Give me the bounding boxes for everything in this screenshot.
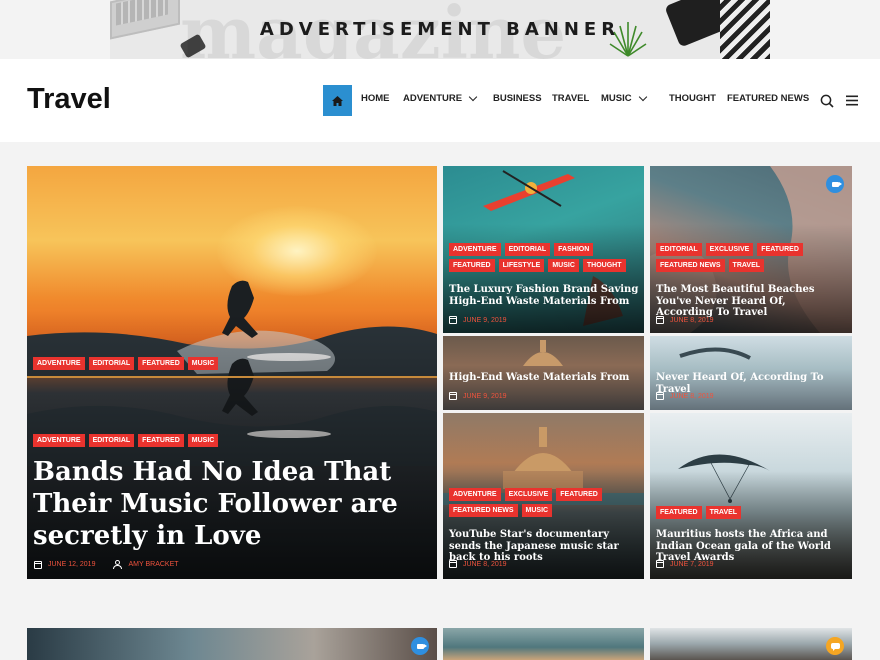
article-card-overlap-left[interactable]: High-End Waste Materials From JUNE 9, 20… — [443, 336, 644, 410]
tag[interactable]: ADVENTURE — [33, 357, 85, 370]
nav-music[interactable]: MUSIC — [601, 92, 647, 104]
video-icon — [831, 181, 842, 187]
card-title[interactable]: The Luxury Fashion Brand Saving High-End… — [449, 284, 639, 307]
hero-article-card[interactable]: ADVENTURE EDITORIAL FEATURED MUSIC ADVEN… — [27, 166, 437, 579]
nav-business[interactable]: BUSINESS — [493, 93, 542, 104]
hero-tags-top: ADVENTURE EDITORIAL FEATURED MUSIC — [33, 357, 219, 370]
post-date[interactable]: JUNE 8, 2019 — [463, 561, 507, 568]
home-button[interactable] — [323, 85, 352, 116]
tag[interactable]: FEATURED NEWS — [449, 504, 518, 517]
post-author[interactable]: AMY BRACKET — [128, 561, 178, 568]
nav-thought[interactable]: THOUGHT — [669, 93, 716, 104]
tag[interactable]: ADVENTURE — [33, 434, 85, 447]
tag[interactable]: EDITORIAL — [656, 243, 702, 256]
card-meta: JUNE 8, 2019 — [656, 392, 714, 400]
tag[interactable]: FEATURED — [556, 488, 602, 501]
tag[interactable]: TRAVEL — [728, 259, 765, 272]
site-header: Travel HOME ADVENTURE BUSINESS TRAVEL MU… — [0, 59, 880, 142]
chat-badge[interactable] — [826, 637, 844, 655]
tag[interactable]: THOUGHT — [582, 259, 626, 272]
article-card-bottom-left[interactable] — [27, 628, 437, 660]
tag[interactable]: MUSIC — [187, 434, 219, 447]
card-meta: JUNE 9, 2019 — [449, 392, 507, 400]
card-title[interactable]: YouTube Star's documentary sends the Jap… — [449, 529, 641, 564]
nav-adventure[interactable]: ADVENTURE — [403, 92, 478, 104]
chevron-down-icon — [638, 92, 647, 102]
card-meta: JUNE 7, 2019 — [656, 560, 714, 568]
tag[interactable]: FASHION — [554, 243, 594, 256]
tag[interactable]: EDITORIAL — [504, 243, 551, 256]
home-icon — [332, 95, 343, 106]
hero-title[interactable]: Bands Had No Idea That Their Music Follo… — [33, 456, 433, 552]
tag[interactable]: TRAVEL — [705, 506, 742, 519]
tag[interactable]: FEATURED — [138, 434, 184, 447]
tag[interactable]: EXCLUSIVE — [705, 243, 754, 256]
post-date[interactable]: JUNE 8, 2019 — [670, 317, 714, 324]
tag[interactable]: ADVENTURE — [449, 243, 501, 256]
article-card-bottom-right[interactable] — [650, 628, 852, 660]
calendar-icon — [656, 392, 664, 400]
hero-meta: JUNE 12, 2019 AMY BRACKET — [34, 560, 179, 569]
post-date[interactable]: JUNE 8, 2019 — [670, 393, 714, 400]
calendar-icon — [656, 316, 664, 324]
chevron-down-icon — [468, 92, 478, 102]
card-title[interactable]: The Most Beautiful Beaches You've Never … — [656, 284, 846, 319]
card-meta: JUNE 8, 2019 — [449, 560, 507, 568]
card-meta: JUNE 9, 2019 — [449, 316, 507, 324]
video-icon — [416, 643, 427, 649]
article-card-kayak[interactable]: ADVENTURE EDITORIAL FASHION FEATURED LIF… — [443, 166, 644, 333]
calendar-icon — [449, 560, 457, 568]
chat-icon — [830, 643, 840, 651]
tag[interactable]: MUSIC — [187, 357, 219, 370]
video-badge[interactable] — [411, 637, 429, 655]
tag[interactable]: MUSIC — [548, 259, 579, 272]
user-icon — [113, 560, 123, 569]
card-meta: JUNE 8, 2019 — [656, 316, 714, 324]
tag[interactable]: EXCLUSIVE — [504, 488, 553, 501]
menu-icon[interactable] — [846, 95, 858, 106]
hero-tags: ADVENTURE EDITORIAL FEATURED MUSIC — [33, 434, 219, 447]
card-title[interactable]: Mauritius hosts the Africa and Indian Oc… — [656, 529, 848, 564]
tag[interactable]: LIFESTYLE — [498, 259, 545, 272]
search-icon[interactable] — [820, 94, 834, 108]
tag[interactable]: ADVENTURE — [449, 488, 501, 501]
tag[interactable]: EDITORIAL — [88, 357, 135, 370]
nav-home[interactable]: HOME — [361, 93, 390, 104]
article-card-overlap-right[interactable]: Never Heard Of, According To Travel JUNE… — [650, 336, 852, 410]
nav-featured-news[interactable]: FEATURED NEWS — [727, 93, 809, 104]
advertisement-banner[interactable]: magazine ADVERTISEMENT BANNER — [110, 0, 770, 59]
banner-text: ADVERTISEMENT BANNER — [259, 19, 621, 40]
post-date[interactable]: JUNE 9, 2019 — [463, 317, 507, 324]
calendar-icon — [449, 316, 457, 324]
video-badge[interactable] — [826, 175, 844, 193]
tag[interactable]: FEATURED — [757, 243, 803, 256]
card-tags: ADVENTURE EDITORIAL FASHION FEATURED LIF… — [449, 243, 639, 272]
card-tags: ADVENTURE EXCLUSIVE FEATURED FEATURED NE… — [449, 488, 639, 517]
article-card-beach[interactable]: EDITORIAL EXCLUSIVE FEATURED FEATURED NE… — [650, 166, 852, 333]
tag[interactable]: FEATURED — [656, 506, 702, 519]
tag[interactable]: FEATURED — [138, 357, 184, 370]
post-date[interactable]: JUNE 7, 2019 — [670, 561, 714, 568]
post-date[interactable]: JUNE 9, 2019 — [463, 393, 507, 400]
card-tags: EDITORIAL EXCLUSIVE FEATURED FEATURED NE… — [656, 243, 846, 272]
calendar-icon — [449, 392, 457, 400]
nav-travel[interactable]: TRAVEL — [552, 93, 589, 104]
article-card-budapest[interactable]: ADVENTURE EXCLUSIVE FEATURED FEATURED NE… — [443, 413, 644, 579]
tag[interactable]: EDITORIAL — [88, 434, 135, 447]
card-title-fragment[interactable]: High-End Waste Materials From — [449, 372, 639, 384]
article-card-bottom-middle[interactable] — [443, 628, 644, 660]
calendar-icon — [34, 560, 42, 569]
article-card-paraglide[interactable]: FEATURED TRAVEL Mauritius hosts the Afri… — [650, 413, 852, 579]
post-date[interactable]: JUNE 12, 2019 — [48, 561, 95, 568]
tag[interactable]: FEATURED — [449, 259, 495, 272]
site-title[interactable]: Travel — [27, 83, 111, 116]
tag[interactable]: FEATURED NEWS — [656, 259, 725, 272]
tag[interactable]: MUSIC — [521, 504, 553, 517]
card-tags: FEATURED TRAVEL — [656, 506, 742, 519]
calendar-icon — [656, 560, 664, 568]
